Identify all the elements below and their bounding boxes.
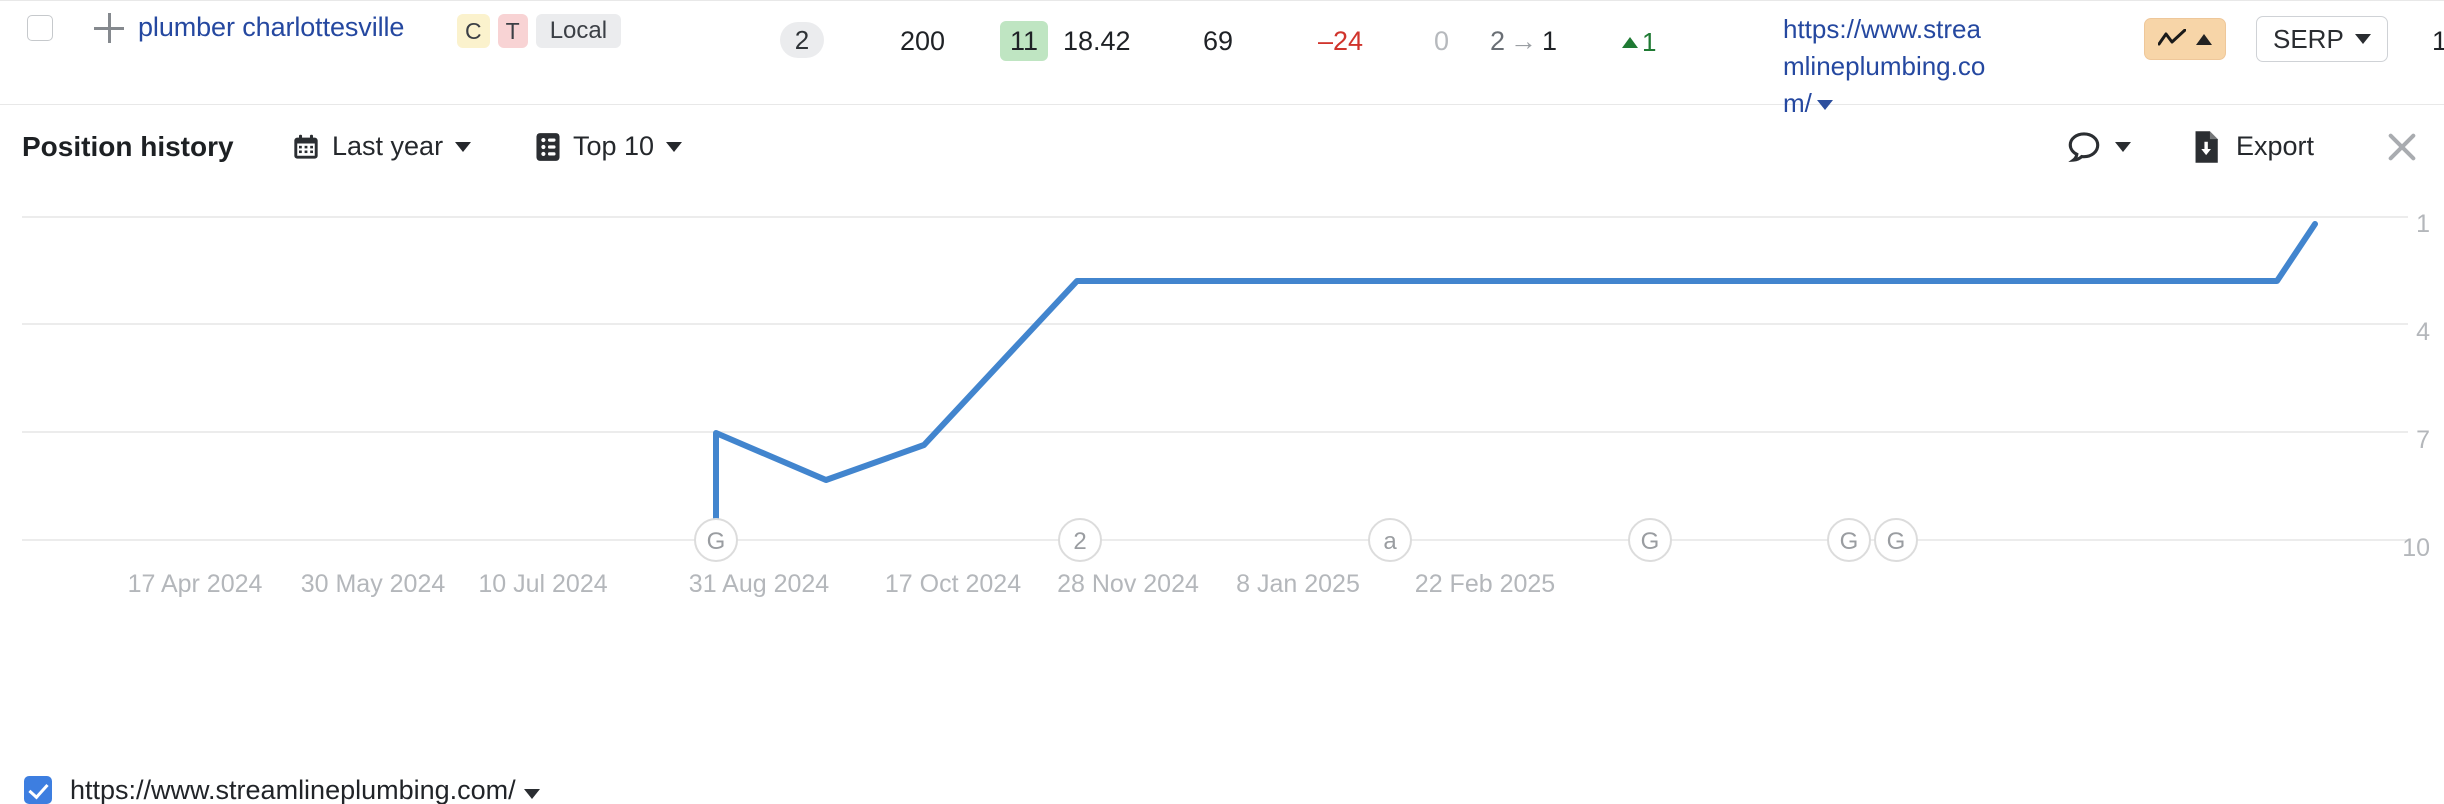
triangle-up-icon [2196, 33, 2212, 45]
svg-text:G: G [1887, 528, 1906, 555]
annotation-badge: G [1874, 518, 1918, 562]
panel-title: Position history [22, 130, 234, 162]
annotation-badge: a [1368, 518, 1412, 562]
position-arrow-icon: → [1510, 26, 1538, 56]
annotation-badge: G [1827, 518, 1871, 562]
svg-text:a: a [1383, 528, 1397, 555]
x-axis-tick: 31 Aug 2024 [688, 570, 830, 598]
chevron-down-icon[interactable] [523, 789, 540, 800]
volume-value: 200 [900, 26, 946, 56]
serp-label: SERP [2273, 23, 2344, 54]
traffic-value: 69 [1203, 26, 1234, 56]
annotation-badge: G [694, 518, 738, 562]
trailing-number: 1 [2432, 26, 2444, 56]
top-positions-filter[interactable]: Top 10 [535, 131, 683, 162]
chevron-down-icon [455, 141, 472, 152]
top-positions-label: Top 10 [573, 131, 655, 161]
svg-text:G: G [1840, 528, 1859, 555]
svg-text:G: G [707, 528, 726, 555]
position-history-chart: G 2 a G G G 1 4 7 10 17 Apr 2024 30 May … [0, 188, 2444, 758]
list-icon [536, 132, 560, 161]
chevron-down-icon [2354, 34, 2371, 44]
chevron-down-icon [666, 141, 683, 152]
y-axis-tick: 10 [2402, 534, 2430, 562]
x-axis-tick: 8 Jan 2025 [1236, 570, 1360, 598]
x-axis-tick: 28 Nov 2024 [1057, 570, 1199, 598]
position-change-indicator: 1 [1622, 27, 1656, 58]
calendar-icon [294, 134, 318, 159]
x-axis-tick: 22 Feb 2025 [1414, 570, 1556, 598]
comment-icon [2068, 131, 2100, 162]
x-axis-tick: 17 Oct 2024 [884, 570, 1022, 598]
line-chart-icon [2158, 29, 2186, 46]
chart-canvas: G 2 a G G G [22, 216, 2408, 562]
y-axis-tick: 1 [2416, 210, 2430, 238]
chevron-down-icon [2115, 141, 2131, 152]
export-button[interactable]: Export [2191, 130, 2314, 164]
export-label: Export [2235, 131, 2314, 161]
download-file-icon [2195, 130, 2218, 163]
target-url-text: https://www.streamlineplumbing.com/ [1783, 14, 1986, 118]
legend-url-label: https://www.streamlineplumbing.com/ [70, 774, 516, 804]
serp-dropdown-button[interactable]: SERP [2256, 16, 2388, 62]
triangle-up-icon [1622, 37, 1638, 48]
position-to: 1 [1542, 26, 1558, 56]
x-axis-tick: 30 May 2024 [300, 570, 446, 598]
chart-series-line [713, 221, 2318, 543]
chart-legend-row: https://www.streamlineplumbing.com/ [0, 758, 2444, 804]
paid-value: 0 [1434, 26, 1450, 56]
x-axis-tick: 10 Jul 2024 [478, 570, 608, 598]
tag-c[interactable]: C [457, 14, 490, 48]
tag-local[interactable]: Local [535, 14, 622, 48]
y-axis-tick: 7 [2416, 426, 2430, 454]
close-icon[interactable] [2384, 129, 2420, 165]
row-select-checkbox[interactable] [27, 15, 53, 41]
date-range-label: Last year [332, 131, 444, 161]
annotation-badge: 2 [1058, 518, 1102, 562]
chart-gridlines [22, 216, 2408, 541]
traffic-change-value: –24 [1318, 26, 1364, 56]
position-history-toggle-button[interactable] [2144, 18, 2226, 60]
svg-text:2: 2 [1073, 528, 1086, 555]
sf-count-badge[interactable]: 2 [780, 22, 824, 58]
date-range-filter[interactable]: Last year [292, 131, 472, 162]
legend-series-checkbox[interactable] [24, 776, 52, 804]
add-keyword-icon[interactable] [94, 13, 124, 43]
kd-value: 11 [1000, 21, 1049, 61]
cpc-value: 18.42 [1063, 26, 1131, 56]
notes-dropdown[interactable] [2067, 131, 2131, 163]
keyword-link[interactable]: plumber charlottesville [138, 12, 404, 43]
x-axis-tick: 17 Apr 2024 [127, 570, 263, 598]
annotation-badge: G [1628, 518, 1672, 562]
keyword-table-row[interactable]: plumber charlottesville C T Local 2 200 … [0, 0, 2444, 118]
position-change-value: 1 [1642, 27, 1657, 57]
tag-t[interactable]: T [497, 14, 528, 48]
svg-text:G: G [1641, 528, 1660, 555]
position-history-toolbar: Position history Last year Top 10 Export [0, 105, 2444, 188]
y-axis-tick: 4 [2416, 318, 2430, 346]
legend-series-item[interactable]: https://www.streamlineplumbing.com/ [70, 775, 540, 804]
position-from: 2 [1490, 26, 1506, 56]
